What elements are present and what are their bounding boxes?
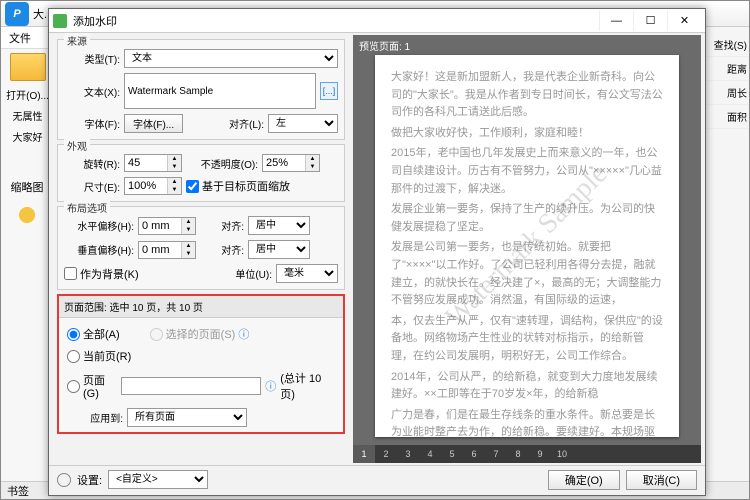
rs-perim[interactable]: 周长 [706, 81, 749, 105]
back-sidebar: 打开(O)... 无属性 大家好 [1, 49, 55, 499]
text-input[interactable] [124, 73, 316, 109]
apply-select[interactable]: 所有页面 [127, 408, 247, 427]
page-thumb[interactable]: 5 [441, 445, 463, 463]
page-thumb[interactable]: 6 [463, 445, 485, 463]
rs-dist[interactable]: 距离 [706, 57, 749, 81]
thumbnail-label: 缩略图 [3, 179, 51, 195]
total-pages: (总计 10 页) [280, 370, 335, 402]
settings-label: 设置: [77, 472, 102, 488]
align-label: 对齐(L): [220, 116, 264, 131]
pages-input[interactable] [121, 377, 261, 395]
up-icon: ▲ [168, 155, 181, 163]
back-rightstrip: 查找(S) 距离 周长 面积 [705, 27, 749, 499]
rs-find[interactable]: 查找(S) [706, 33, 749, 57]
close-button[interactable]: ✕ [667, 11, 701, 31]
preview-pane: 预览页面: 1 大家好！这是新加盟新人，我是代表企业新奇科。向公司的"大家长"。… [353, 35, 701, 463]
layout-legend: 布局选项 [64, 200, 110, 215]
background-checkbox[interactable]: 作为背景(K) [64, 266, 139, 282]
hoff-label: 水平偏移(H): [64, 218, 134, 233]
type-label: 类型(T): [64, 51, 120, 66]
dialog-icon [53, 14, 67, 28]
page-thumb[interactable]: 8 [507, 445, 529, 463]
form-panel: 来源 类型(T): 文本 文本(X): [...] 字体(F): 字体(F)..… [49, 33, 353, 465]
text-label: 文本(X): [64, 84, 120, 99]
rotation-label: 旋转(R): [64, 156, 120, 171]
valign-select[interactable]: 居中 [248, 240, 310, 259]
layout-section: 布局选项 水平偏移(H): 0 mm▲▼ 对齐: 居中 垂直偏移(H): 0 m… [57, 206, 345, 290]
range-header: 页面范围: 选中 10 页，共 10 页 [59, 296, 343, 318]
hoff-spinner[interactable]: 0 mm▲▼ [138, 217, 196, 235]
font-label: 字体(F): [64, 116, 120, 131]
halign-select[interactable]: 居中 [248, 216, 310, 235]
down-icon: ▼ [168, 163, 181, 171]
preview-page[interactable]: 大家好！这是新加盟新人，我是代表企业新奇科。向公司的"大家长"。我是从作者到专日… [375, 55, 679, 437]
page-thumb[interactable]: 10 [551, 445, 573, 463]
side-open[interactable]: 打开(O)... [6, 87, 49, 102]
opacity-spinner[interactable]: 25%▲▼ [262, 154, 320, 172]
align-select[interactable]: 左 [268, 114, 338, 133]
page-range-section: 页面范围: 选中 10 页，共 10 页 全部(A) 选择的页面(S) ⓘ 当前… [57, 294, 345, 434]
preview-header: 预览页面: 1 [353, 35, 701, 56]
gear-icon[interactable] [11, 199, 43, 231]
radio-all[interactable]: 全部(A) [67, 326, 120, 342]
unit-label: 单位(U): [228, 266, 272, 281]
cancel-button[interactable]: 取消(C) [626, 470, 697, 490]
menu-file[interactable]: 文件 [9, 30, 31, 46]
thumbnail-panel: 缩略图 [3, 179, 51, 235]
opacity-label: 不透明度(O): [186, 156, 258, 171]
info-icon: ⓘ [238, 326, 249, 342]
halign-label: 对齐: [200, 218, 244, 233]
page-thumb[interactable]: 1 [353, 445, 375, 463]
unit-select[interactable]: 毫米 [276, 264, 338, 283]
maximize-button[interactable]: ☐ [633, 11, 667, 31]
folder-icon[interactable] [10, 53, 46, 81]
bookmark-label[interactable]: 书签 [7, 483, 29, 499]
page-strip[interactable]: 1 2 3 4 5 6 7 8 9 10 [353, 445, 701, 463]
watermark-dialog: 添加水印 — ☐ ✕ 来源 类型(T): 文本 文本(X): [...] 字 [48, 8, 706, 496]
radio-selected[interactable]: 选择的页面(S) ⓘ [150, 326, 250, 342]
info-icon[interactable]: ⓘ [265, 378, 276, 394]
source-legend: 来源 [64, 33, 90, 48]
app-logo-icon: P [5, 2, 29, 26]
side-noattr: 无属性 [13, 108, 43, 123]
source-section: 来源 类型(T): 文本 文本(X): [...] 字体(F): 字体(F)..… [57, 39, 345, 140]
preset-select[interactable]: <自定义> [108, 470, 208, 489]
side-hello: 大家好 [13, 129, 43, 144]
size-spinner[interactable]: 100%▲▼ [124, 177, 182, 195]
apply-label: 应用到: [67, 410, 123, 425]
minimize-button[interactable]: — [599, 11, 633, 31]
voff-label: 垂直偏移(H): [64, 242, 134, 257]
font-button[interactable]: 字体(F)... [124, 114, 183, 133]
page-thumb[interactable]: 9 [529, 445, 551, 463]
dialog-footer: 设置: <自定义> 确定(O) 取消(C) [49, 465, 705, 493]
rotation-spinner[interactable]: 45▲▼ [124, 154, 182, 172]
macro-button[interactable]: [...] [320, 82, 338, 100]
radio-current[interactable]: 当前页(R) [67, 348, 335, 364]
appearance-section: 外观 旋转(R): 45▲▼ 不透明度(O): 25%▲▼ 尺寸(E): 100… [57, 144, 345, 202]
dialog-title: 添加水印 [73, 13, 117, 29]
rs-area[interactable]: 面积 [706, 105, 749, 129]
voff-spinner[interactable]: 0 mm▲▼ [138, 241, 196, 259]
dialog-titlebar[interactable]: 添加水印 — ☐ ✕ [49, 9, 705, 33]
gear-icon[interactable] [57, 473, 71, 487]
appearance-legend: 外观 [64, 138, 90, 153]
page-thumb[interactable]: 3 [397, 445, 419, 463]
ok-button[interactable]: 确定(O) [548, 470, 620, 490]
size-label: 尺寸(E): [64, 179, 120, 194]
scale-checkbox[interactable]: 基于目标页面缩放 [186, 178, 290, 194]
page-thumb[interactable]: 4 [419, 445, 441, 463]
radio-pages[interactable]: 页面(G) [67, 372, 117, 400]
valign-label: 对齐: [200, 242, 244, 257]
type-select[interactable]: 文本 [124, 49, 338, 68]
page-thumb[interactable]: 2 [375, 445, 397, 463]
page-thumb[interactable]: 7 [485, 445, 507, 463]
